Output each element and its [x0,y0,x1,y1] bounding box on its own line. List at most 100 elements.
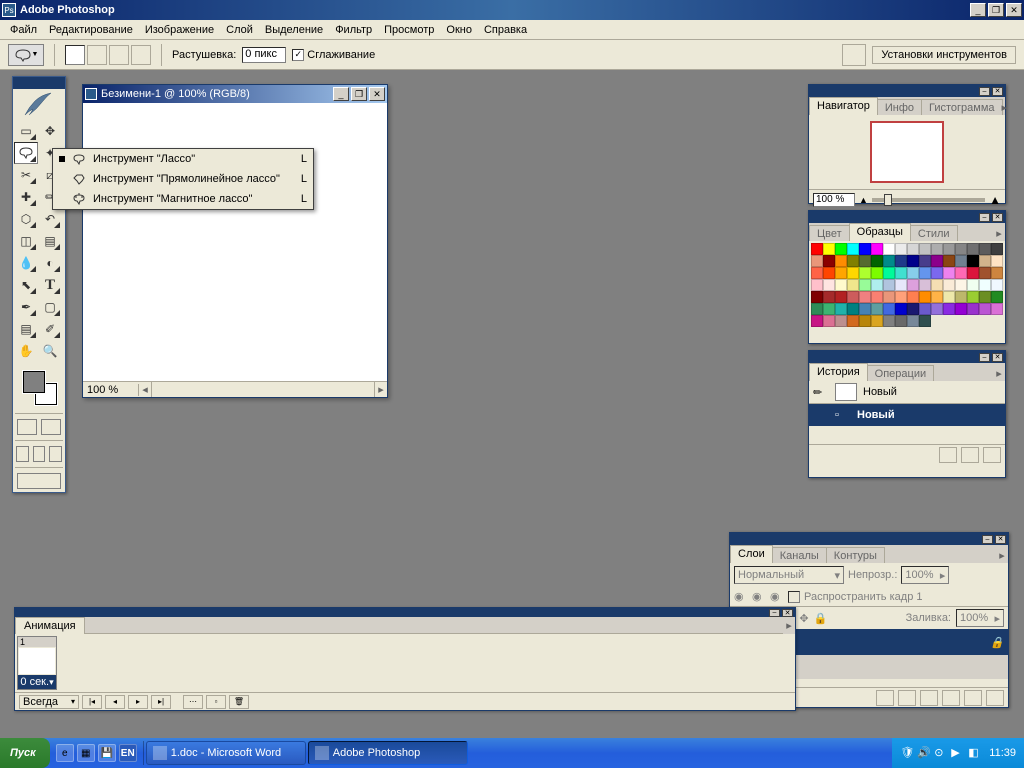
healing-tool[interactable]: ✚ [14,186,38,208]
swatch[interactable] [919,315,931,327]
marquee-tool[interactable]: ▭ [14,120,38,142]
blend-mode-select[interactable]: Нормальный▾ [734,566,844,584]
swatch[interactable] [859,279,871,291]
swatch[interactable] [835,315,847,327]
propagate-checkbox[interactable] [788,591,800,603]
document-canvas[interactable] [83,103,387,381]
swatch[interactable] [967,267,979,279]
hand-tool[interactable]: ✋ [14,340,38,362]
swatch[interactable] [811,303,823,315]
swatch[interactable] [811,279,823,291]
navigator-zoom-slider[interactable] [872,198,985,202]
screen-full[interactable] [49,446,62,462]
swatch[interactable] [919,243,931,255]
channels-tab[interactable]: Каналы [772,547,827,563]
screen-full-menubar[interactable] [33,446,46,462]
swatch[interactable] [859,291,871,303]
menu-help[interactable]: Справка [478,22,533,38]
layers-tab[interactable]: Слои [730,545,773,563]
swatch[interactable] [943,303,955,315]
lasso-option[interactable]: Инструмент "Лассо" L [53,149,313,169]
dodge-tool[interactable]: ◐ [38,252,62,274]
notes-tool[interactable]: ▤ [14,318,38,340]
swatch[interactable] [823,255,835,267]
swatch[interactable] [823,243,835,255]
lock-all-icon[interactable]: 🔒 [814,612,828,625]
history-tab[interactable]: История [809,363,868,381]
swatch[interactable] [955,291,967,303]
swatch[interactable] [811,243,823,255]
swatch[interactable] [823,315,835,327]
swatch[interactable] [823,267,835,279]
unify-icon1[interactable]: ◉ [734,590,748,603]
swatch[interactable] [943,291,955,303]
history-brush-tool[interactable]: ↶ [38,208,62,230]
swatch[interactable] [907,267,919,279]
new-document-button[interactable] [961,447,979,463]
swatch[interactable] [859,243,871,255]
navigator-thumbnail[interactable] [870,121,944,183]
swatch[interactable] [955,255,967,267]
gradient-tool[interactable]: ▤ [38,230,62,252]
swatch[interactable] [847,267,859,279]
tray-icon4[interactable]: ▶ [951,746,965,760]
history-source[interactable]: ✏ Новый [809,381,1005,403]
swatch[interactable] [967,255,979,267]
delete-frame-button[interactable]: 🗑 [229,695,249,709]
swatch[interactable] [847,243,859,255]
menu-layer[interactable]: Слой [220,22,259,38]
selection-new[interactable] [65,45,85,65]
panel-minimize-button[interactable]: – [979,353,990,362]
panel-menu-icon[interactable]: ▸ [993,365,1005,381]
swatches-tab[interactable]: Образцы [849,223,911,241]
swatch[interactable] [979,255,991,267]
feather-input[interactable]: 0 пикс [242,47,286,63]
panel-minimize-button[interactable]: – [982,535,993,544]
unify-icon2[interactable]: ◉ [752,590,766,603]
tool-presets-button[interactable]: Установки инструментов [872,46,1016,64]
swatch[interactable] [979,291,991,303]
doc-maximize-button[interactable]: ❐ [351,87,367,101]
swatch[interactable] [835,255,847,267]
path-select-tool[interactable]: ⬉ [14,274,38,296]
swatch[interactable] [919,303,931,315]
swatch[interactable] [871,279,883,291]
swatch[interactable] [883,315,895,327]
swatch[interactable] [967,291,979,303]
swatch[interactable] [859,303,871,315]
history-state[interactable]: ▫ Новый [809,404,1005,426]
current-tool-icon[interactable]: ▼ [8,44,44,66]
swatch[interactable] [907,279,919,291]
panel-menu-icon[interactable]: ▸ [996,547,1008,563]
scroll-right-icon[interactable]: ▸ [375,383,387,396]
swatch[interactable] [871,267,883,279]
swatch[interactable] [871,243,883,255]
swatch[interactable] [907,303,919,315]
swatch[interactable] [931,279,943,291]
swatch[interactable] [991,243,1003,255]
task-photoshop[interactable]: Adobe Photoshop [308,741,468,765]
swatch[interactable] [931,243,943,255]
panel-menu-icon[interactable]: ▸ [783,617,795,633]
swatch[interactable] [931,303,943,315]
swatch[interactable] [883,279,895,291]
shape-tool[interactable]: ▢ [38,296,62,318]
magnetic-lasso-option[interactable]: Инструмент "Магнитное лассо" L [53,189,313,209]
swatch[interactable] [919,291,931,303]
swatch[interactable] [847,315,859,327]
swatch[interactable] [979,243,991,255]
antialias-checkbox[interactable]: ✓ Сглаживание [292,49,375,61]
paths-tab[interactable]: Контуры [826,547,885,563]
swatch[interactable] [943,255,955,267]
eraser-tool[interactable]: ◫ [14,230,38,252]
swatch[interactable] [835,267,847,279]
start-button[interactable]: Пуск [0,738,50,768]
swap-colors-icon[interactable] [49,369,61,379]
panel-close-button[interactable]: ✕ [992,87,1003,96]
ql-total-icon[interactable]: ▦ [77,744,95,762]
swatch[interactable] [847,303,859,315]
frame-delay[interactable]: 0 сек.▾ [18,675,56,689]
swatch[interactable] [859,267,871,279]
toolbox-grip[interactable] [13,77,65,89]
tray-icon3[interactable]: ⊙ [934,746,948,760]
